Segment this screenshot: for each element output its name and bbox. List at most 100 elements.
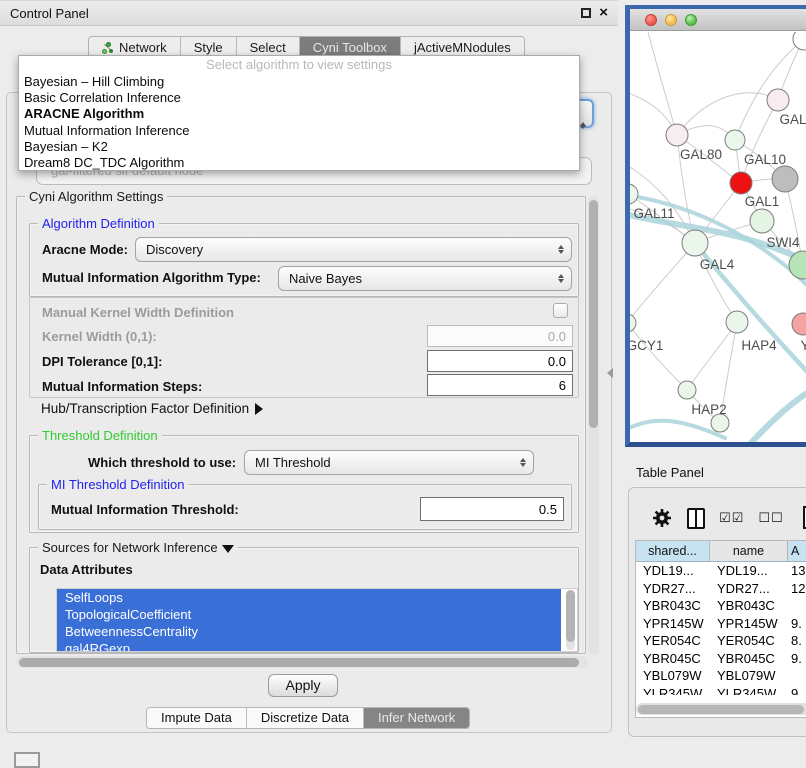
algorithm-option[interactable]: Mutual Information Inference (19, 123, 579, 139)
table-cell: YBL079W (636, 667, 710, 685)
network-node[interactable] (730, 172, 752, 194)
close-icon[interactable]: × (599, 8, 608, 18)
mi-algorithm-type-combo[interactable]: Naive Bayes (278, 266, 572, 291)
table-cell: YLR345W (636, 685, 710, 696)
table-cell: 12 (788, 580, 806, 598)
table-cell: YBR045C (710, 650, 788, 668)
float-window-icon[interactable] (581, 8, 591, 18)
show-columns-icon[interactable] (687, 508, 705, 529)
settings-horizontal-scrollbar[interactable] (16, 656, 588, 668)
close-traffic-light-icon[interactable] (645, 14, 657, 26)
algorithm-option[interactable]: Basic Correlation Inference (19, 90, 579, 106)
table-row[interactable]: YPR145WYPR145W9. (636, 615, 806, 633)
table-cell: 8. (788, 632, 806, 650)
table-column-header[interactable]: shared... (636, 541, 710, 561)
network-window-titlebar (630, 9, 806, 31)
mi-steps-input[interactable] (427, 374, 573, 396)
which-threshold-label: Which threshold to use: (88, 455, 236, 470)
network-node-y[interactable] (792, 313, 806, 335)
minimized-panel-icon[interactable] (14, 752, 40, 768)
minimize-traffic-light-icon[interactable] (665, 14, 677, 26)
table-row[interactable]: YLR345WYLR345W9. (636, 685, 806, 696)
network-node-gal1[interactable] (750, 209, 774, 233)
network-node[interactable] (772, 166, 798, 192)
node-label: HAP4 (741, 338, 777, 353)
table-cell: YDR27... (636, 580, 710, 598)
apply-button[interactable]: Apply (268, 674, 338, 697)
aracne-mode-combo[interactable]: Discovery (135, 237, 572, 262)
cyni-algorithm-settings-group: Cyni Algorithm Settings Algorithm Defini… (16, 196, 586, 654)
algorithm-popup-placeholder: Select algorithm to view settings (19, 57, 579, 74)
which-threshold-value: MI Threshold (245, 455, 513, 470)
mi-threshold-label: Mutual Information Threshold: (51, 502, 239, 517)
tab-label: Network (119, 40, 167, 55)
table-row[interactable]: YBR045CYBR045C9. (636, 650, 806, 668)
network-node-hap4[interactable] (726, 311, 748, 333)
bottom-tab-discretize-data[interactable]: Discretize Data (247, 708, 364, 728)
network-icon (102, 42, 114, 54)
table-column-header[interactable]: name (710, 541, 788, 561)
threshold-definition-group: Threshold Definition Which threshold to … (29, 435, 579, 533)
node-table: shared...nameA YDL19...YDL19...13YDR27..… (635, 540, 806, 718)
bottom-tab-infer-network[interactable]: Infer Network (364, 708, 469, 728)
combo-stepper-icon (551, 267, 571, 290)
network-node-gal[interactable] (767, 89, 789, 111)
algorithm-definition-group: Algorithm Definition Aracne Mode: Discov… (29, 223, 579, 297)
table-cell: YER054C (636, 632, 710, 650)
algorithm-option[interactable]: Bayesian – K2 (19, 139, 579, 155)
network-node-gal10[interactable] (725, 130, 745, 150)
table-row[interactable]: YDR27...YDR27...12 (636, 580, 806, 598)
network-canvas[interactable]: GALGAL80GAL10GAL11GAL1SWI4GAL4GCY1HAP4YH… (630, 32, 806, 442)
network-node-gal4[interactable] (682, 230, 708, 256)
algorithm-option[interactable]: Dream8 DC_TDC Algorithm (19, 155, 579, 171)
attribute-list-item[interactable]: SelfLoops (57, 589, 561, 606)
table-cell: 9. (788, 650, 806, 668)
control-panel-titlebar: Control Panel × (0, 0, 618, 26)
table-column-header[interactable]: A (788, 541, 806, 561)
table-row[interactable]: YBL079WYBL079W (636, 667, 806, 685)
manual-kernel-width-label: Manual Kernel Width Definition (42, 305, 234, 320)
data-attributes-list[interactable]: SelfLoopsTopologicalCoefficientBetweenne… (56, 588, 578, 652)
hub-definition-section[interactable]: Hub/Transcription Factor Definition (41, 401, 263, 416)
table-row[interactable]: YER054CYER054C8. (636, 632, 806, 650)
settings-vertical-scrollbar[interactable] (588, 196, 599, 655)
node-label: GAL1 (745, 194, 780, 209)
bottom-tab-impute-data[interactable]: Impute Data (147, 708, 247, 728)
algorithm-option[interactable]: ARACNE Algorithm (19, 106, 579, 122)
network-node-gcy1[interactable] (630, 314, 636, 332)
attribute-list-item[interactable]: BetweennessCentrality (57, 623, 561, 640)
panel-collapse-icon[interactable] (607, 368, 613, 378)
mi-threshold-input[interactable] (420, 497, 564, 521)
algorithm-option[interactable]: Bayesian – Hill Climbing (19, 74, 579, 90)
zoom-traffic-light-icon[interactable] (685, 14, 697, 26)
tab-label: jActiveMNodules (414, 40, 511, 55)
table-panel: ☑☑ ☐☐ shared...nameA YDL19...YDL19...13Y… (628, 487, 806, 737)
table-cell: YDR27... (710, 580, 788, 598)
table-row[interactable]: YBR043CYBR043C (636, 597, 806, 615)
dpi-tolerance-input[interactable] (427, 350, 573, 372)
list-scrollbar[interactable] (566, 590, 575, 650)
node-label: GAL (779, 112, 806, 127)
attribute-list-item[interactable]: gal4RGexp (57, 640, 561, 652)
manual-kernel-width-checkbox[interactable] (553, 303, 568, 318)
gear-icon[interactable] (651, 507, 673, 529)
kernel-width-input[interactable] (427, 325, 573, 347)
table-cell: YPR145W (710, 615, 788, 633)
attribute-list-item[interactable]: TopologicalCoefficient (57, 606, 561, 623)
network-node-gal11[interactable] (630, 184, 638, 204)
deselect-all-checkboxes-icon[interactable]: ☐☐ (758, 511, 783, 526)
sources-title[interactable]: Sources for Network Inference (38, 540, 238, 555)
select-all-checkboxes-icon[interactable]: ☑☑ (719, 511, 744, 526)
table-toolbar: ☑☑ ☐☐ (635, 498, 806, 538)
table-cell: YLR345W (710, 685, 788, 696)
kernel-settings-box: Manual Kernel Width Definition Kernel Wi… (29, 297, 579, 398)
network-node-hap2[interactable] (678, 381, 696, 399)
network-node-gal80[interactable] (666, 124, 688, 146)
table-cell (788, 597, 806, 615)
which-threshold-combo[interactable]: MI Threshold (244, 450, 534, 475)
tab-label: Style (194, 40, 223, 55)
network-node-labels: GALGAL80GAL10GAL11GAL1SWI4GAL4GCY1HAP4YH… (630, 112, 806, 417)
table-horizontal-scrollbar[interactable] (636, 703, 806, 715)
table-row[interactable]: YDL19...YDL19...13 (636, 562, 806, 580)
hub-definition-label: Hub/Transcription Factor Definition (41, 401, 249, 416)
